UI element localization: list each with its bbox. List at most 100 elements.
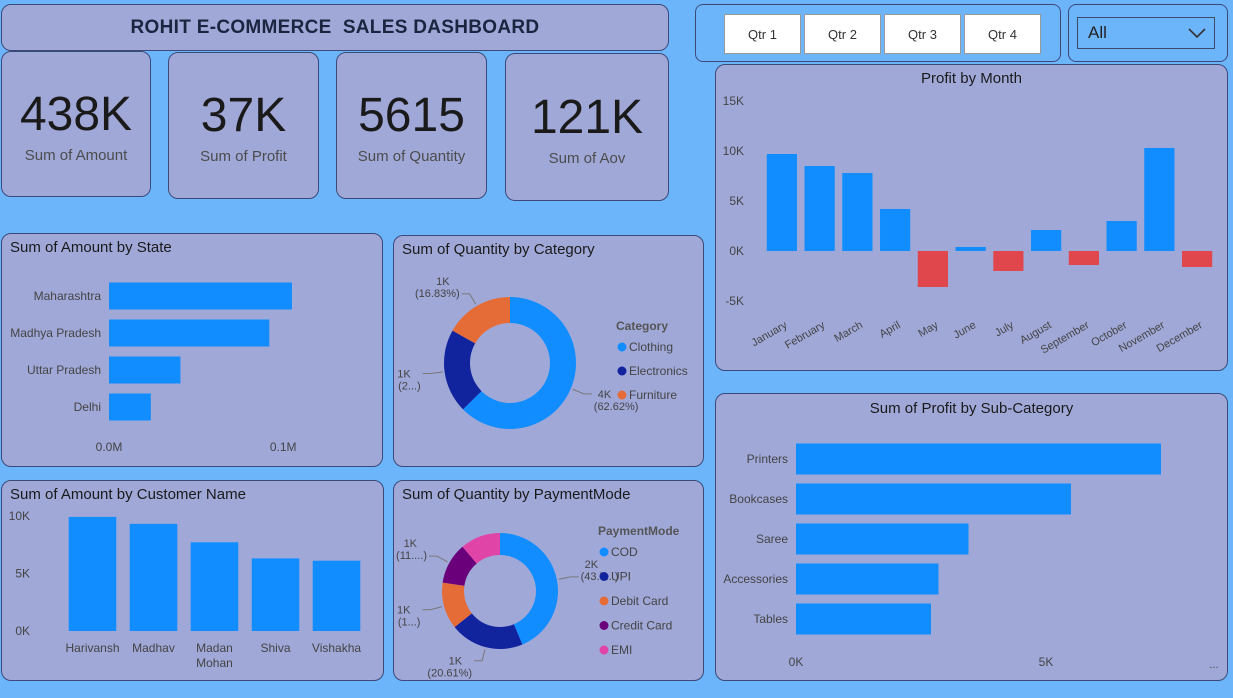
dropdown-selected-value: All: [1088, 23, 1107, 42]
legend-label: Credit Card: [611, 619, 672, 633]
y-tick-label: 5K: [729, 194, 744, 208]
bar: [766, 154, 797, 251]
leader-line: [558, 576, 579, 580]
chart-svg: 0K 5K 10K Harivansh Madhav MadanMohan Shiva Vis…: [9, 509, 362, 670]
data-label: (2...): [398, 381, 421, 393]
y-tick-label: -5K: [725, 294, 744, 308]
chart-svg: Maharashtra Madhya Pradesh Uttar Pradesh De…: [10, 282, 297, 454]
bar: [796, 443, 1161, 475]
legend-label: COD: [611, 545, 638, 559]
legend-marker: [599, 572, 609, 581]
data-label: (16.83%): [415, 288, 460, 300]
category-label: Tables: [753, 612, 788, 626]
y-tick-label: 10K: [723, 144, 744, 158]
legend-title: Category: [616, 319, 668, 333]
bar: [796, 563, 939, 595]
chart-amount-by-state: Sum of Amount by State Maharashtra Madhya…: [1, 233, 383, 467]
chart-profit-by-subcategory: Sum of Profit by Sub-Category Printers Bo…: [715, 393, 1228, 681]
y-tick-label: 0K: [15, 624, 30, 638]
bar: [1068, 251, 1099, 265]
data-label: 4K: [598, 389, 612, 401]
chevron-down-icon: [1188, 28, 1206, 39]
bar: [129, 523, 178, 631]
qtr1-button[interactable]: Qtr 1: [724, 14, 801, 54]
legend-marker: [617, 366, 627, 376]
chart-svg: -5K 0K 5K 10K 15K JanuaryFebruary March April Ma…: [723, 94, 1213, 357]
chart-amount-by-customer: Sum of Amount by Customer Name 0K 5K 10K Ha…: [1, 480, 384, 681]
chart-profit-by-month: Profit by Month -5K 0K 5K 10K 15K January Febr…: [715, 64, 1228, 371]
qtr4-button[interactable]: Qtr 4: [964, 14, 1041, 54]
legend-marker: [617, 342, 627, 352]
data-label: 1K: [449, 656, 463, 668]
bar: [190, 542, 239, 631]
chart-quantity-by-category: Sum of Quantity by Category 4K (62.62%) 1K…: [393, 235, 704, 467]
bar: [804, 166, 835, 251]
category-label: February: [783, 319, 828, 352]
data-label: 1K: [436, 276, 450, 288]
kpi-card-profit: 37K Sum of Profit: [168, 52, 319, 199]
y-tick-label: 15K: [723, 94, 744, 108]
leader-line: [572, 388, 592, 395]
bar: [917, 251, 948, 287]
x-tick-label: 0.1M: [270, 440, 297, 454]
chart-svg: 4K(62.62%)1K(2...)1K(16.83%)CategoryClot…: [397, 276, 688, 429]
x-tick-label: 5K: [1039, 655, 1054, 669]
data-label: (62.62%): [594, 401, 639, 413]
leader-line: [461, 293, 477, 305]
legend-label: Debit Card: [611, 594, 668, 608]
legend-marker: [599, 596, 609, 606]
category-label: Harivansh: [65, 641, 119, 655]
data-label: 1K: [397, 605, 411, 617]
chart-svg: 2K(43.7...)1K(20.61%)1K(1...)1K(11....)P…: [396, 524, 680, 680]
category-label: Uttar Pradesh: [27, 363, 101, 377]
qtr3-button[interactable]: Qtr 3: [884, 14, 961, 54]
chart-quantity-by-paymentmode: Sum of Quantity by PaymentMode 2K(43.7..…: [393, 480, 704, 681]
bar: [251, 558, 300, 631]
category-label: April: [878, 319, 903, 340]
kpi-value: 121K: [530, 90, 644, 144]
data-label: (20.61%): [427, 668, 472, 680]
category-label: Printers: [747, 452, 788, 466]
bar: [796, 603, 931, 635]
bar: [109, 282, 292, 310]
category-label: Accessories: [723, 572, 788, 586]
qtr2-button[interactable]: Qtr 2: [804, 14, 881, 54]
leader-line: [422, 371, 443, 375]
kpi-value: 37K: [200, 89, 287, 142]
bar: [955, 247, 986, 251]
data-label: 2K: [585, 559, 599, 571]
chart-svg: Printers Bookcases Saree Accessories Tables 0…: [723, 443, 1219, 671]
category-label: June: [951, 319, 978, 341]
bar: [109, 393, 151, 421]
filter-dropdown[interactable]: All: [1077, 17, 1215, 49]
kpi-card-quantity: 5615 Sum of Quantity: [336, 52, 487, 199]
y-tick-label: 0K: [729, 244, 744, 258]
bar: [68, 516, 117, 631]
category-label: Shiva: [260, 641, 290, 655]
category-label: Saree: [756, 532, 788, 546]
bar: [1106, 221, 1137, 251]
bar: [796, 483, 1071, 515]
kpi-label: Sum of Aov: [548, 149, 626, 167]
more-indicator: ...: [1209, 659, 1218, 671]
y-tick-label: 5K: [15, 566, 30, 580]
legend-label: Furniture: [629, 388, 677, 402]
dashboard-title: ROHIT E-COMMERCE SALES DASHBOARD: [130, 16, 540, 38]
x-tick-label: 0.0M: [96, 440, 123, 454]
category-label: Mohan: [196, 656, 233, 670]
category-label: Bookcases: [729, 492, 788, 506]
bar: [109, 319, 270, 347]
category-label: July: [993, 319, 1016, 339]
kpi-card-amount: 438K Sum of Amount: [1, 51, 151, 197]
data-label: 1K: [404, 538, 418, 550]
leader-line: [429, 555, 448, 563]
bar: [880, 209, 911, 251]
legend-label: EMI: [611, 643, 632, 657]
bar: [109, 356, 181, 384]
legend-title: PaymentMode: [598, 524, 680, 538]
leader-line: [422, 606, 443, 611]
legend-label: Clothing: [629, 340, 673, 354]
y-tick-label: 10K: [9, 509, 30, 523]
category-label: Madan: [196, 641, 233, 655]
kpi-label: Sum of Amount: [24, 146, 128, 164]
